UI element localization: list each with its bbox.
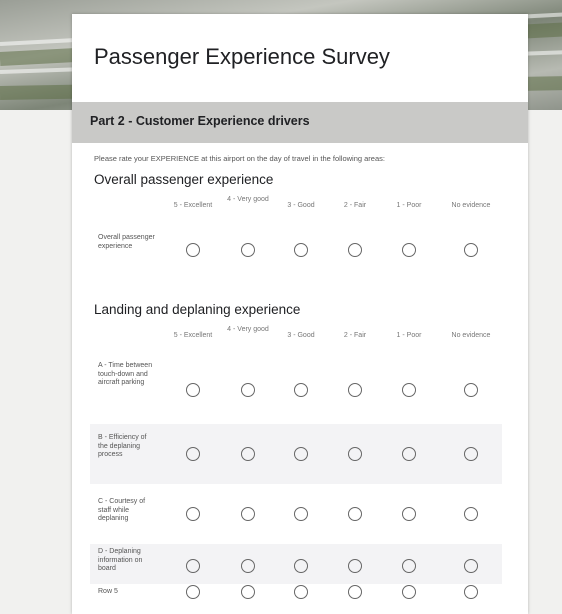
radio-no-evidence[interactable] — [464, 243, 478, 257]
column-header: 1 - Poor — [396, 332, 422, 339]
radio-5-excellent[interactable] — [186, 383, 200, 397]
question-title: Overall passenger experience — [94, 172, 274, 187]
row-label: B - Efficiency of the deplaning process — [98, 434, 147, 458]
column-header: 3 - Good — [287, 202, 315, 209]
grid-row: A - Time between touch-down and aircraft… — [90, 354, 502, 422]
section-instructions: Please rate your EXPERIENCE at this airp… — [94, 154, 385, 163]
column-header: 2 - Fair — [343, 202, 367, 209]
radio-4-very-good[interactable] — [241, 507, 255, 521]
radio-1-poor[interactable] — [402, 559, 416, 573]
grid-row: B - Efficiency of the deplaning process — [90, 424, 502, 484]
radio-5-excellent[interactable] — [186, 559, 200, 573]
column-header: No evidence — [451, 202, 491, 209]
radio-1-poor[interactable] — [402, 383, 416, 397]
radio-3-good[interactable] — [294, 559, 308, 573]
survey-form-card: Passenger Experience Survey Part 2 - Cus… — [72, 14, 528, 614]
column-header: 1 - Poor — [396, 202, 422, 209]
row-label: C - Courtesy of staff while deplaning — [98, 498, 146, 522]
radio-5-excellent[interactable] — [186, 507, 200, 521]
question-title: Landing and deplaning experience — [94, 302, 301, 317]
radio-2-fair[interactable] — [348, 447, 362, 461]
radio-2-fair[interactable] — [348, 507, 362, 521]
radio-no-evidence[interactable] — [464, 383, 478, 397]
survey-title: Passenger Experience Survey — [94, 44, 390, 69]
radio-2-fair[interactable] — [348, 243, 362, 257]
radio-3-good[interactable] — [294, 243, 308, 257]
radio-2-fair[interactable] — [348, 383, 362, 397]
row-label: A - Time between touch-down and aircraft… — [98, 362, 153, 386]
grid-row: D - Deplaning information on board — [90, 544, 502, 584]
radio-no-evidence[interactable] — [464, 585, 478, 599]
column-header: 4 - Very good — [227, 326, 269, 333]
row-label: D - Deplaning information on board — [98, 548, 143, 572]
radio-no-evidence[interactable] — [464, 507, 478, 521]
grid-row: C - Courtesy of staff while deplaning — [90, 486, 502, 542]
radio-4-very-good[interactable] — [241, 559, 255, 573]
radio-1-poor[interactable] — [402, 243, 416, 257]
section-header: Part 2 - Customer Experience drivers — [72, 102, 528, 143]
radio-no-evidence[interactable] — [464, 447, 478, 461]
column-header: 5 - Excellent — [173, 202, 213, 209]
radio-1-poor[interactable] — [402, 585, 416, 599]
grid-row: Row 5 — [90, 585, 502, 614]
radio-4-very-good[interactable] — [241, 585, 255, 599]
radio-4-very-good[interactable] — [241, 383, 255, 397]
row-label: Overall passenger experience — [98, 234, 155, 250]
column-header: No evidence — [451, 332, 491, 339]
radio-5-excellent[interactable] — [186, 447, 200, 461]
section-title: Part 2 - Customer Experience drivers — [90, 114, 310, 128]
radio-3-good[interactable] — [294, 585, 308, 599]
radio-3-good[interactable] — [294, 447, 308, 461]
radio-1-poor[interactable] — [402, 507, 416, 521]
radio-5-excellent[interactable] — [186, 585, 200, 599]
column-header: 4 - Very good — [227, 196, 269, 203]
radio-no-evidence[interactable] — [464, 559, 478, 573]
radio-3-good[interactable] — [294, 383, 308, 397]
radio-4-very-good[interactable] — [241, 243, 255, 257]
radio-3-good[interactable] — [294, 507, 308, 521]
radio-4-very-good[interactable] — [241, 447, 255, 461]
row-label: Row 5 — [98, 588, 118, 595]
radio-5-excellent[interactable] — [186, 243, 200, 257]
radio-1-poor[interactable] — [402, 447, 416, 461]
column-header: 3 - Good — [287, 332, 315, 339]
radio-2-fair[interactable] — [348, 559, 362, 573]
column-header: 2 - Fair — [343, 332, 367, 339]
radio-2-fair[interactable] — [348, 585, 362, 599]
column-header: 5 - Excellent — [173, 332, 213, 339]
grid-row: Overall passenger experience — [90, 224, 502, 272]
